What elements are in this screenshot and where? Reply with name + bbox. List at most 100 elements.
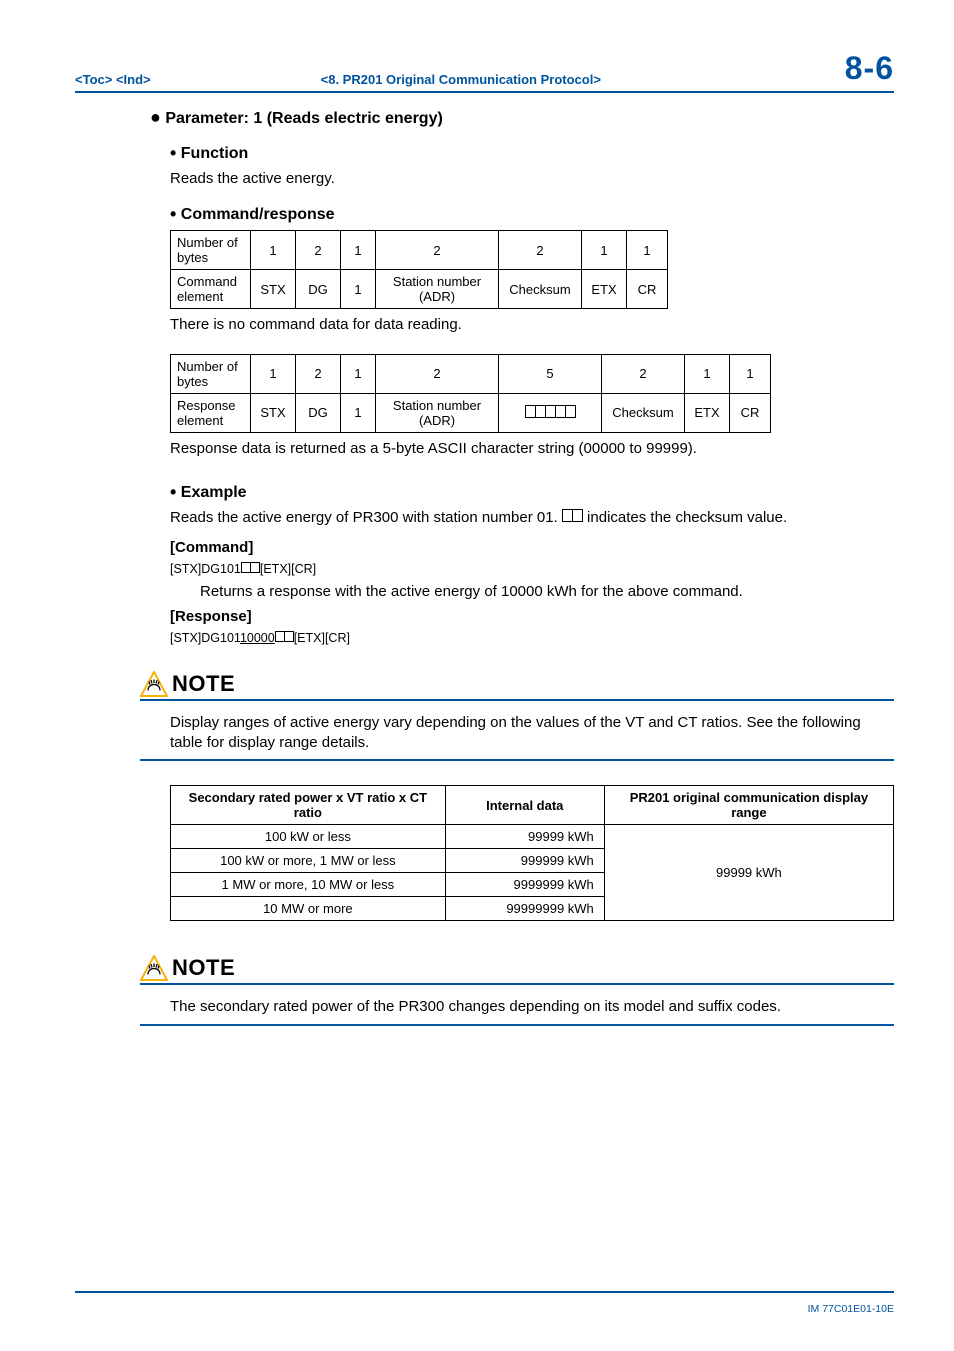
bytes-cell: 2 — [376, 354, 499, 393]
elem-cell: STX — [251, 393, 296, 432]
bytes-cell: 2 — [296, 231, 341, 270]
range-cell-merged: 99999 kWh — [604, 825, 893, 921]
elem-cell: STX — [251, 270, 296, 309]
range-cell: 99999999 kWh — [445, 897, 604, 921]
range-cell: 1 MW or more, 10 MW or less — [171, 873, 446, 897]
table-row: Command element STX DG 1 Station number … — [171, 270, 668, 309]
example-title: Example — [181, 484, 247, 501]
command-note: There is no command data for data readin… — [170, 315, 894, 335]
command-text-a: [STX]DG101 — [170, 562, 241, 576]
footer-rule — [75, 1291, 894, 1293]
bytes-cell: 1 — [730, 354, 771, 393]
response-text-b: [ETX][CR] — [294, 631, 350, 645]
response-label: [Response] — [170, 607, 894, 627]
placeholder-box-icon — [572, 509, 583, 522]
caution-icon — [140, 955, 168, 981]
bytes-cell: 1 — [582, 231, 627, 270]
command-line: [STX]DG101 [ETX][CR] — [170, 562, 894, 576]
command-text-b: [ETX][CR] — [260, 562, 316, 576]
example-intro-b: indicates the checksum value. — [583, 509, 787, 526]
placeholder-box-icon — [565, 405, 576, 418]
function-heading: • Function — [170, 142, 894, 163]
bytes-cell: 2 — [376, 231, 499, 270]
response-text-underline: 10000 — [240, 631, 275, 645]
elem-cell: DG — [296, 270, 341, 309]
command-table: Number of bytes 1 2 1 2 2 1 1 Command el… — [170, 230, 668, 309]
note-end-rule — [140, 1024, 894, 1026]
range-cell: 9999999 kWh — [445, 873, 604, 897]
bullet-icon: • — [170, 204, 176, 224]
bytes-cell: 2 — [602, 354, 685, 393]
elem-cell: DG — [296, 393, 341, 432]
response-text-a: [STX]DG101 — [170, 631, 240, 645]
elem-cell: Station number (ADR) — [376, 393, 499, 432]
bullet-icon: • — [170, 143, 176, 163]
note-title: NOTE — [172, 673, 235, 697]
parameter-title: Parameter: 1 (Reads electric energy) — [165, 110, 442, 127]
header-toc: <Toc> <Ind> — [75, 72, 151, 87]
bullet-icon: ● — [150, 107, 161, 127]
elem-label: Response element — [171, 393, 251, 432]
placeholder-box-icon — [250, 562, 260, 573]
footer-docid: IM 77C01E01-10E — [808, 1303, 894, 1315]
note-block: NOTE Display ranges of active energy var… — [140, 671, 894, 762]
bytes-cell: 1 — [341, 354, 376, 393]
bytes-label: Number of bytes — [171, 354, 251, 393]
cmdresp-title: Command/response — [181, 206, 335, 223]
elem-cell: CR — [627, 270, 668, 309]
bytes-cell: 1 — [685, 354, 730, 393]
elem-cell: Station number (ADR) — [376, 270, 499, 309]
bytes-cell: 1 — [251, 354, 296, 393]
bytes-cell: 1 — [341, 231, 376, 270]
bytes-cell: 1 — [251, 231, 296, 270]
response-line: [STX]DG10110000 [ETX][CR] — [170, 631, 894, 645]
range-header-1: Secondary rated power x VT ratio x CT ra… — [171, 786, 446, 825]
response-note: Response data is returned as a 5-byte AS… — [170, 439, 894, 459]
example-intro-a: Reads the active energy of PR300 with st… — [170, 509, 562, 526]
elem-cell: Checksum — [602, 393, 685, 432]
elem-cell: 1 — [341, 393, 376, 432]
example-returns: Returns a response with the active energ… — [170, 582, 894, 602]
function-title: Function — [181, 145, 249, 162]
bullet-icon: • — [170, 482, 176, 502]
note-header: NOTE — [140, 671, 894, 701]
elem-cell: CR — [730, 393, 771, 432]
response-table: Number of bytes 1 2 1 2 5 2 1 1 Response… — [170, 354, 771, 433]
note-header: NOTE — [140, 955, 894, 985]
elem-cell: Checksum — [499, 270, 582, 309]
parameter-heading: ● Parameter: 1 (Reads electric energy) — [150, 107, 894, 128]
table-row: Secondary rated power x VT ratio x CT ra… — [171, 786, 894, 825]
elem-label: Command element — [171, 270, 251, 309]
elem-cell: ETX — [582, 270, 627, 309]
command-label: [Command] — [170, 538, 894, 558]
elem-cell: 1 — [341, 270, 376, 309]
range-cell: 100 kW or less — [171, 825, 446, 849]
note-text: The secondary rated power of the PR300 c… — [170, 997, 894, 1023]
table-row: 100 kW or less 99999 kWh 99999 kWh — [171, 825, 894, 849]
note-text: Display ranges of active energy vary dep… — [170, 713, 894, 760]
note-end-rule — [140, 759, 894, 761]
header-pagenum: 8-6 — [845, 50, 894, 87]
header-chapter: <8. PR201 Original Communication Protoco… — [321, 72, 845, 87]
bytes-cell: 2 — [499, 231, 582, 270]
function-text: Reads the active energy. — [170, 169, 894, 189]
placeholder-box-icon — [284, 631, 294, 642]
table-row: Response element STX DG 1 Station number… — [171, 393, 771, 432]
example-heading: • Example — [170, 481, 894, 502]
range-cell: 99999 kWh — [445, 825, 604, 849]
example-intro: Reads the active energy of PR300 with st… — [170, 508, 894, 528]
range-table: Secondary rated power x VT ratio x CT ra… — [170, 785, 894, 921]
range-cell: 10 MW or more — [171, 897, 446, 921]
response-data-boxes — [499, 393, 602, 432]
bytes-cell: 2 — [296, 354, 341, 393]
table-row: Number of bytes 1 2 1 2 2 1 1 — [171, 231, 668, 270]
range-cell: 100 kW or more, 1 MW or less — [171, 849, 446, 873]
bytes-cell: 1 — [627, 231, 668, 270]
cmdresp-heading: • Command/response — [170, 203, 894, 224]
bytes-label: Number of bytes — [171, 231, 251, 270]
caution-icon — [140, 671, 168, 697]
note-title: NOTE — [172, 957, 235, 981]
page-header: <Toc> <Ind> <8. PR201 Original Communica… — [75, 50, 894, 87]
elem-cell: ETX — [685, 393, 730, 432]
table-row: Number of bytes 1 2 1 2 5 2 1 1 — [171, 354, 771, 393]
